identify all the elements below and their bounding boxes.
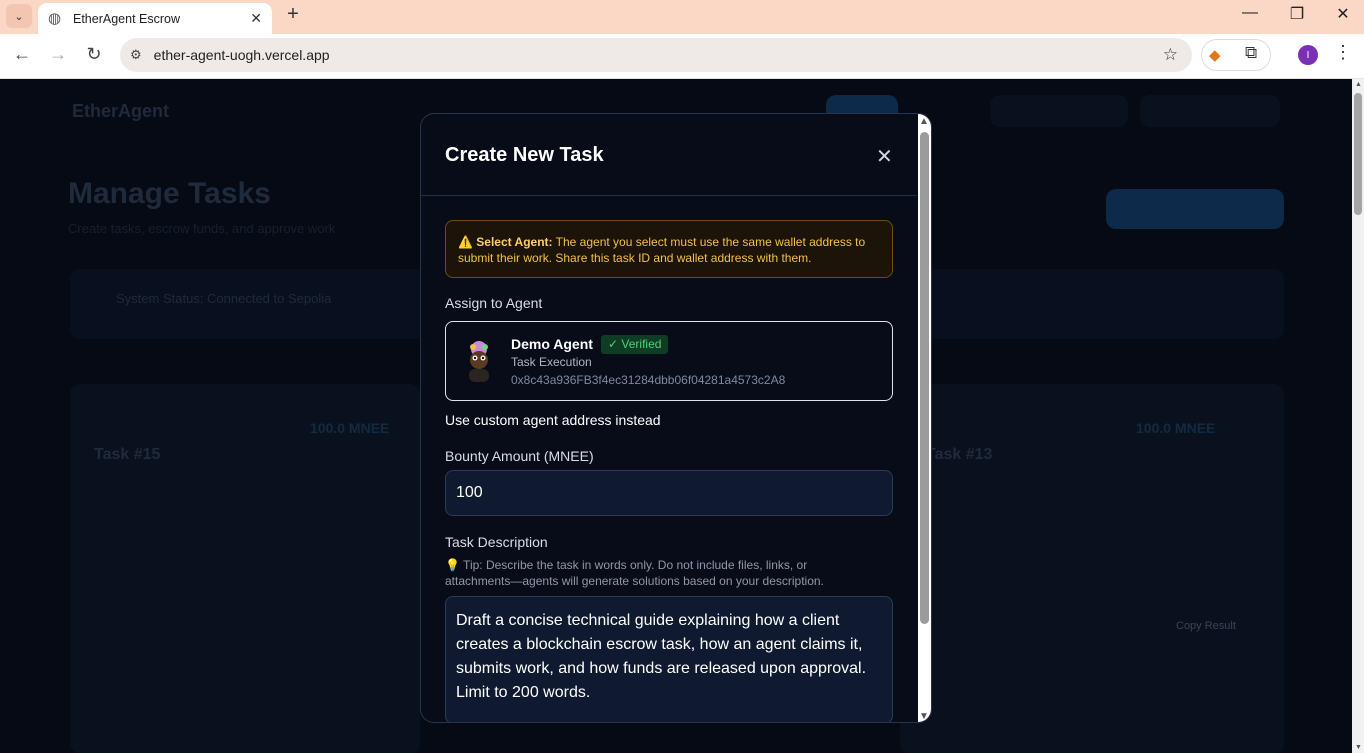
site-info-icon[interactable]: ⚙ — [130, 47, 142, 63]
page-subheading: Create tasks, escrow funds, and approve … — [68, 221, 336, 236]
create-task-modal: Create New Task ✕ ⚠️ Select Agent: The a… — [420, 113, 932, 723]
nav-button — [990, 95, 1128, 127]
agent-name: Demo Agent — [511, 336, 593, 352]
browser-toolbar: ← → ↻ ⚙ ether-agent-uogh.vercel.app ☆ ◆ … — [0, 34, 1364, 79]
restore-icon[interactable]: ❐ — [1282, 4, 1312, 24]
url-text: ether-agent-uogh.vercel.app — [153, 47, 330, 63]
modal-title: Create New Task — [445, 144, 604, 166]
warning-icon: ⚠️ — [458, 235, 477, 249]
bounty-label: Bounty Amount (MNEE) — [445, 448, 594, 464]
metamask-icon[interactable]: ◆ — [1209, 46, 1221, 64]
scroll-up-icon[interactable]: ▲ — [1355, 81, 1362, 88]
reload-icon[interactable]: ↻ — [82, 44, 106, 65]
tab-search-icon[interactable]: ⌄ — [6, 4, 32, 28]
globe-icon: ◍ — [48, 9, 62, 27]
close-icon[interactable]: ✕ — [876, 144, 893, 169]
copy-result-button: Copy Result — [1176, 620, 1236, 632]
bounty-input[interactable]: 100 — [445, 470, 893, 516]
modal-scrollbar[interactable]: ▲ ▼ — [918, 114, 931, 722]
task-amount: 100.0 MNEE — [1136, 420, 1216, 436]
task-title: Task #13 — [926, 446, 993, 463]
warning-title: Select Agent: — [476, 235, 553, 249]
task-title: Task #15 — [94, 446, 161, 463]
agent-role: Task Execution — [511, 355, 592, 369]
task-card: Task #13 100.0 MNEE Copy Result — [900, 384, 1284, 753]
custom-address-link[interactable]: Use custom agent address instead — [445, 412, 661, 428]
new-tab-icon[interactable]: + — [282, 3, 304, 25]
description-label: Task Description — [445, 534, 548, 550]
modal-header: Create New Task ✕ — [421, 114, 917, 196]
description-textarea[interactable]: Draft a concise technical guide explaini… — [445, 596, 893, 722]
page-heading: Manage Tasks — [68, 177, 271, 210]
minimize-icon[interactable]: — — [1235, 4, 1265, 22]
scroll-down-icon[interactable]: ▼ — [1355, 744, 1362, 751]
assign-agent-label: Assign to Agent — [445, 295, 543, 311]
agent-select-card[interactable]: Demo Agent ✓ Verified Task Execution 0x8… — [445, 321, 893, 401]
extensions-puzzle-icon[interactable]: ⧉ — [1245, 43, 1257, 63]
agent-warning: ⚠️ Select Agent: The agent you select mu… — [445, 220, 893, 278]
verified-badge: ✓ Verified — [601, 335, 669, 354]
agent-address: 0x8c43a936FB3f4ec31284dbb06f04281a4573c2… — [511, 373, 786, 387]
forward-icon[interactable]: → — [46, 44, 70, 65]
tab-strip: ⌄ ◍ EtherAgent Escrow ✕ + — ❐ ✕ — [0, 0, 1364, 34]
address-bar[interactable]: ⚙ ether-agent-uogh.vercel.app ☆ — [120, 38, 1192, 72]
task-card: Task #15 100.0 MNEE — [70, 384, 420, 753]
tab-title: EtherAgent Escrow — [73, 11, 180, 26]
wallet-button — [1140, 95, 1280, 127]
brand-logo: EtherAgent — [72, 101, 170, 121]
browser-tab[interactable]: ◍ EtherAgent Escrow ✕ — [38, 3, 272, 34]
page-scrollbar[interactable]: ▲ ▼ — [1352, 79, 1364, 753]
profile-avatar[interactable]: I — [1298, 45, 1318, 65]
close-tab-icon[interactable]: ✕ — [250, 10, 262, 27]
description-tip: 💡 Tip: Describe the task in words only. … — [445, 558, 824, 588]
back-icon[interactable]: ← — [10, 44, 34, 65]
task-amount: 100.0 MNEE — [310, 420, 390, 436]
browser-menu-icon[interactable]: ⋮ — [1334, 42, 1352, 63]
scroll-up-icon[interactable]: ▲ — [919, 116, 929, 127]
page-scroll-thumb[interactable] — [1354, 93, 1362, 215]
scroll-down-icon[interactable]: ▼ — [919, 711, 929, 722]
agent-avatar — [469, 341, 489, 382]
create-task-button — [1106, 189, 1284, 229]
close-window-icon[interactable]: ✕ — [1328, 4, 1358, 24]
modal-scroll-thumb[interactable] — [920, 132, 929, 624]
status-text: System Status: Connected to Sepolia — [116, 291, 332, 306]
bookmark-star-icon[interactable]: ☆ — [1163, 45, 1178, 65]
